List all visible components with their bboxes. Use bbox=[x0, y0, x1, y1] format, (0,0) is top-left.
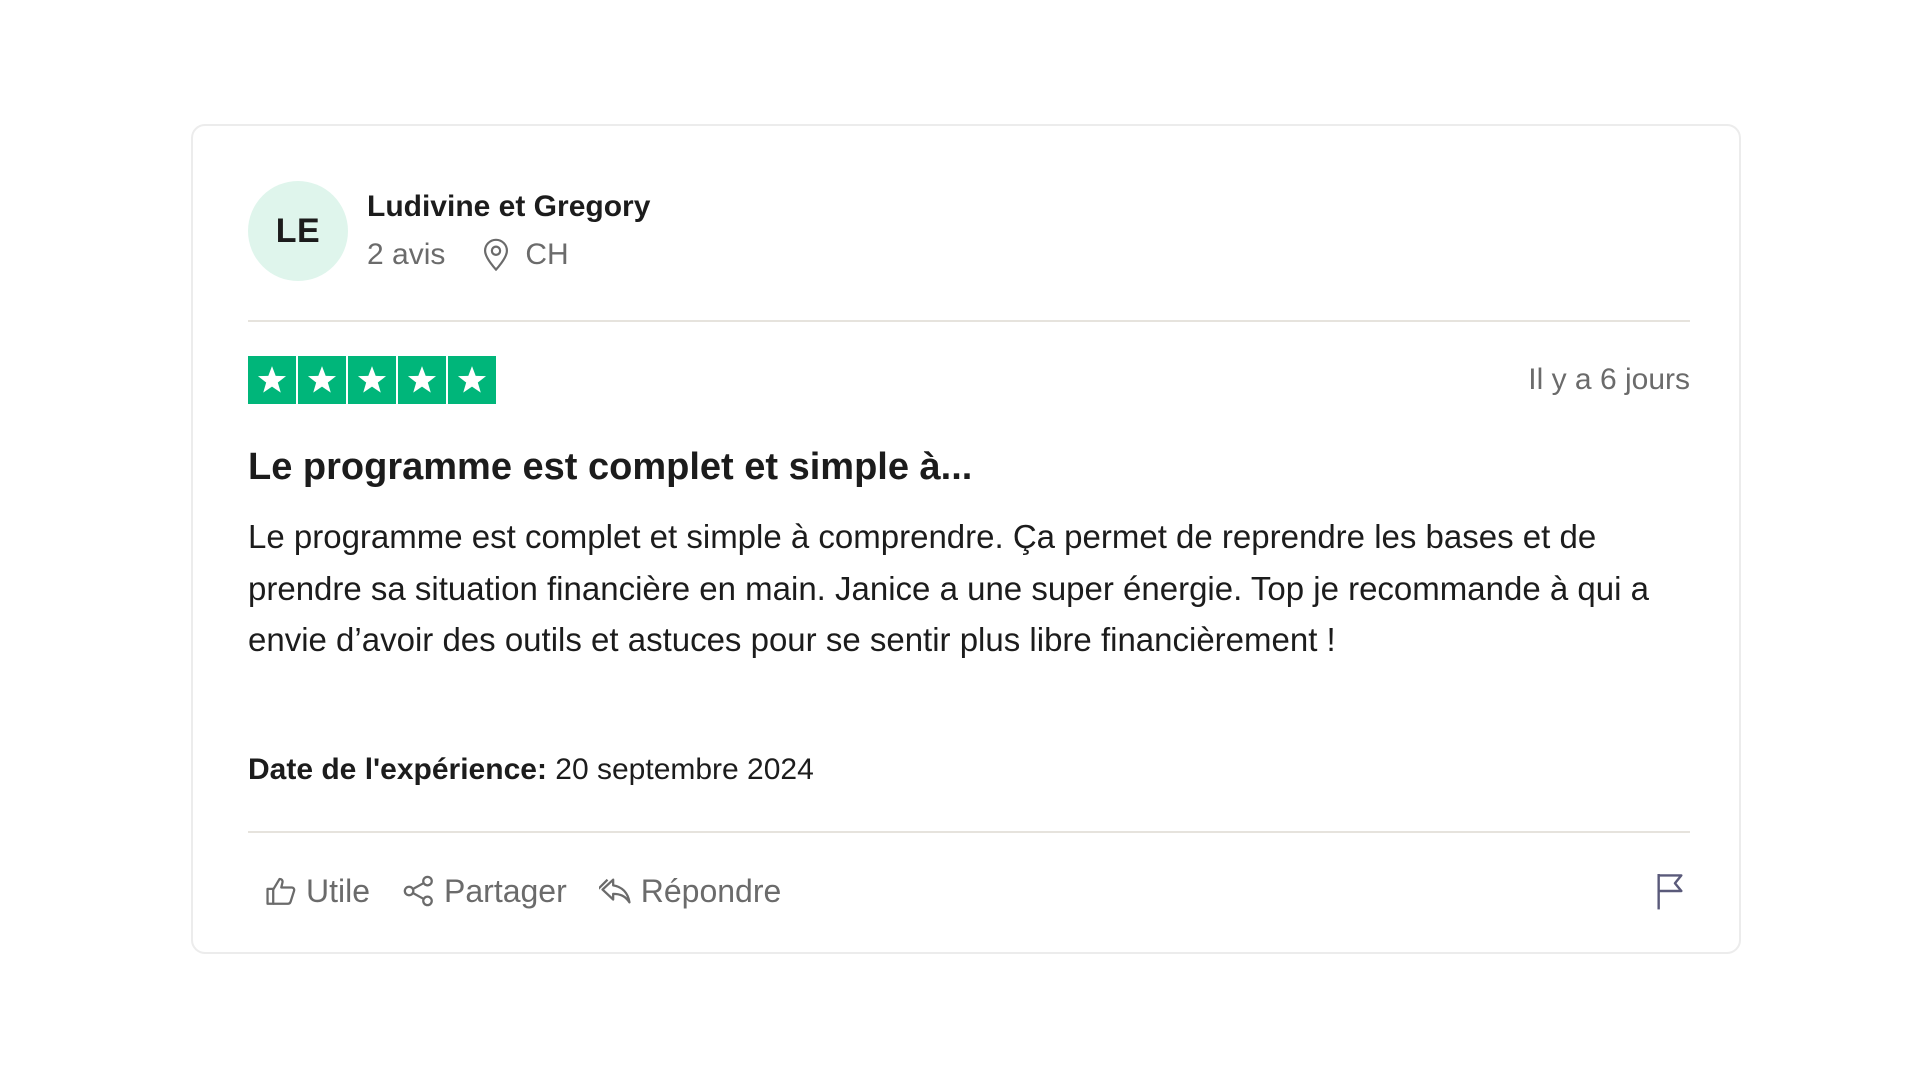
reviewer-location: CH bbox=[481, 237, 569, 273]
review-card: LE Ludivine et Gregory 2 avis CH Il y a … bbox=[191, 124, 1741, 954]
reply-icon bbox=[598, 878, 631, 904]
reviewer-name[interactable]: Ludivine et Gregory bbox=[367, 189, 650, 225]
experience-date-value: 20 septembre 2024 bbox=[555, 753, 814, 786]
star-icon bbox=[348, 356, 396, 404]
reviewer-header: LE Ludivine et Gregory 2 avis CH bbox=[248, 181, 650, 281]
avatar[interactable]: LE bbox=[248, 181, 348, 281]
review-relative-date: Il y a 6 jours bbox=[1528, 363, 1690, 396]
review-count: 2 avis bbox=[367, 238, 446, 271]
star-icon bbox=[298, 356, 346, 404]
reviewer-info: Ludivine et Gregory 2 avis CH bbox=[367, 189, 650, 273]
rating-row: Il y a 6 jours bbox=[248, 356, 1690, 404]
star-icon bbox=[398, 356, 446, 404]
reply-button[interactable]: Répondre bbox=[583, 867, 798, 915]
reviewer-meta: 2 avis CH bbox=[367, 237, 650, 273]
useful-label: Utile bbox=[306, 872, 371, 909]
star-rating bbox=[248, 356, 496, 404]
experience-date-label: Date de l'expérience: bbox=[248, 753, 547, 786]
share-label: Partager bbox=[444, 872, 567, 909]
flag-icon bbox=[1657, 874, 1683, 910]
share-icon bbox=[403, 875, 433, 907]
map-pin-icon bbox=[481, 238, 511, 272]
useful-button[interactable]: Utile bbox=[248, 867, 386, 915]
experience-date: Date de l'expérience: 20 septembre 2024 bbox=[248, 752, 814, 788]
thumbs-up-icon bbox=[266, 877, 296, 905]
star-icon bbox=[448, 356, 496, 404]
footer-divider bbox=[248, 831, 1690, 833]
location-code: CH bbox=[525, 238, 569, 271]
star-icon bbox=[248, 356, 296, 404]
share-button[interactable]: Partager bbox=[386, 867, 583, 915]
report-button[interactable] bbox=[1650, 869, 1690, 913]
review-body: Le programme est complet et simple à com… bbox=[248, 518, 1649, 658]
reply-label: Répondre bbox=[640, 872, 782, 909]
review-title[interactable]: Le programme est complet et simple à... bbox=[248, 444, 1690, 490]
review-actions: Utile Partager Répondre bbox=[248, 867, 1690, 915]
header-divider bbox=[248, 320, 1690, 322]
